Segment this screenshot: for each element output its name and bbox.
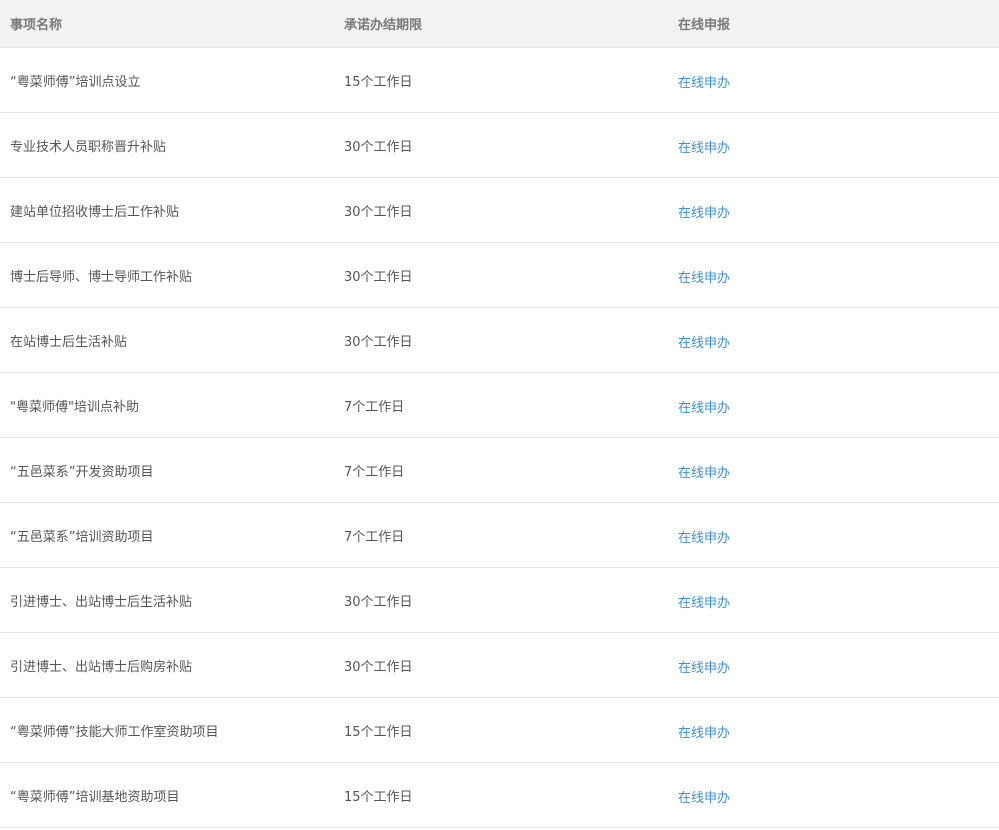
row-deadline: 15个工作日: [344, 789, 413, 805]
row-item-name: 博士后导师、博士导师工作补贴: [10, 269, 193, 285]
table-row: “粤菜师傅”培训点设立 15个工作日 在线申办: [0, 48, 999, 113]
apply-online-link[interactable]: 在线申办: [678, 657, 730, 676]
apply-online-link[interactable]: 在线申办: [678, 332, 730, 351]
row-deadline: 30个工作日: [344, 269, 413, 285]
apply-online-link[interactable]: 在线申办: [678, 787, 730, 806]
row-deadline: 7个工作日: [344, 529, 405, 545]
apply-online-link[interactable]: 在线申办: [678, 592, 730, 611]
row-deadline: 7个工作日: [344, 399, 405, 415]
header-item-name: 事项名称: [10, 18, 63, 33]
table-row: 博士后导师、博士导师工作补贴 30个工作日 在线申办: [0, 243, 999, 308]
row-item-name: 建站单位招收博士后工作补贴: [10, 204, 180, 220]
table-row: 专业技术人员职称晋升补贴 30个工作日 在线申办: [0, 113, 999, 178]
apply-online-link[interactable]: 在线申办: [678, 202, 730, 221]
row-item-name: “粤菜师傅”技能大师工作室资助项目: [10, 724, 219, 740]
row-item-name: “五邑菜系”培训资助项目: [10, 529, 154, 545]
row-item-name: “粤菜师傅”培训基地资助项目: [10, 789, 180, 805]
table-row: “粤菜师傅”培训基地资助项目 15个工作日 在线申办: [0, 763, 999, 828]
row-deadline: 30个工作日: [344, 659, 413, 675]
table-row: “五邑菜系”培训资助项目 7个工作日 在线申办: [0, 503, 999, 568]
row-deadline: 30个工作日: [344, 334, 413, 350]
table-row: “五邑菜系”开发资助项目 7个工作日 在线申办: [0, 438, 999, 503]
apply-online-link[interactable]: 在线申办: [678, 397, 730, 416]
row-item-name: 专业技术人员职称晋升补贴: [10, 139, 167, 155]
row-item-name: 引进博士、出站博士后购房补贴: [10, 659, 193, 675]
table-row: 引进博士、出站博士后生活补贴 30个工作日 在线申办: [0, 568, 999, 633]
apply-online-link[interactable]: 在线申办: [678, 137, 730, 156]
header-deadline: 承诺办结期限: [344, 18, 423, 33]
row-deadline: 7个工作日: [344, 464, 405, 480]
row-item-name: “五邑菜系”开发资助项目: [10, 464, 154, 480]
row-item-name: 引进博士、出站博士后生活补贴: [10, 594, 193, 610]
row-deadline: 15个工作日: [344, 724, 413, 740]
row-item-name: “粤菜师傅”培训点设立: [10, 74, 141, 90]
table-row: “粤菜师傅”技能大师工作室资助项目 15个工作日 在线申办: [0, 698, 999, 763]
row-deadline: 15个工作日: [344, 74, 413, 90]
row-item-name: "粤菜师傅"培训点补助: [10, 399, 139, 415]
apply-online-link[interactable]: 在线申办: [678, 462, 730, 481]
row-item-name: 在站博士后生活补贴: [10, 334, 128, 350]
table-row: 建站单位招收博士后工作补贴 30个工作日 在线申办: [0, 178, 999, 243]
row-deadline: 30个工作日: [344, 594, 413, 610]
table-row: 引进博士、出站博士后购房补贴 30个工作日 在线申办: [0, 633, 999, 698]
apply-online-link[interactable]: 在线申办: [678, 527, 730, 546]
header-online-apply: 在线申报: [678, 18, 731, 33]
apply-online-link[interactable]: 在线申办: [678, 722, 730, 741]
table-row: "粤菜师傅"培训点补助 7个工作日 在线申办: [0, 373, 999, 438]
apply-online-link[interactable]: 在线申办: [678, 267, 730, 286]
apply-online-link[interactable]: 在线申办: [678, 72, 730, 91]
table-row: 在站博士后生活补贴 30个工作日 在线申办: [0, 308, 999, 373]
services-table: 事项名称 承诺办结期限 在线申报 “粤菜师傅”培训点设立 15个工作日 在线申办…: [0, 0, 999, 828]
row-deadline: 30个工作日: [344, 139, 413, 155]
table-header: 事项名称 承诺办结期限 在线申报: [0, 0, 999, 48]
row-deadline: 30个工作日: [344, 204, 413, 220]
